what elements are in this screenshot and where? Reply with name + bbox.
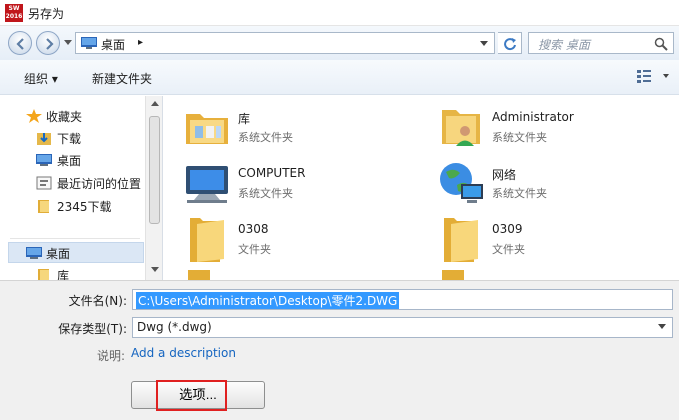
download-icon (37, 133, 51, 145)
back-arrow-icon (16, 38, 24, 50)
organize-button[interactable]: 组织 ▾ (24, 70, 58, 87)
sidebar-item-library[interactable]: 库 (0, 264, 145, 280)
view-options-icon[interactable] (637, 68, 671, 84)
refresh-icon (504, 38, 516, 51)
sidebar-favorites-label: 收藏夹 (46, 110, 83, 124)
file-name: Administrator (492, 110, 574, 124)
file-type: 系统文件夹 (492, 131, 547, 144)
partial-folder-icon (188, 270, 210, 280)
recent-places-icon (36, 176, 52, 190)
scroll-down-icon[interactable] (151, 267, 159, 272)
file-item-0309[interactable]: 0309 文件夹 (436, 214, 676, 264)
file-name-value[interactable]: C:\Users\Administrator\Desktop\零件2.DWG (136, 292, 400, 309)
navigation-scrollbar[interactable] (145, 96, 162, 280)
file-name: 库 (238, 112, 251, 126)
sidebar-divider (10, 238, 140, 239)
file-name: COMPUTER (238, 166, 306, 180)
folder-icon (444, 218, 478, 262)
file-name-input[interactable]: C:\Users\Administrator\Desktop\零件2.DWG (132, 289, 673, 310)
partial-folder-icon (442, 270, 464, 280)
refresh-button[interactable] (498, 32, 522, 54)
file-type-label: 保存类型(T): (58, 322, 127, 336)
desktop-icon (26, 247, 42, 259)
file-item-library[interactable]: 库 系统文件夹 (182, 102, 422, 152)
address-bar[interactable]: 桌面 ▸ (75, 32, 495, 54)
add-description-link[interactable]: Add a description (131, 346, 236, 360)
sidebar-library-label: 库 (57, 269, 70, 280)
sidebar-item-downloads[interactable]: 下载 (0, 127, 145, 149)
search-input[interactable]: 搜索 桌面 (538, 36, 590, 53)
forward-arrow-icon (46, 38, 54, 50)
sidebar-item-label: 下载 (57, 132, 82, 146)
file-list: 库 系统文件夹 Administrator 系统文件夹 COMPUTER 系统文… (164, 96, 679, 280)
scroll-up-icon[interactable] (151, 101, 159, 106)
file-name-label: 文件名(N): (68, 294, 127, 308)
recent-pages-dropdown-icon[interactable] (64, 40, 72, 46)
sidebar-item-desktop[interactable]: 桌面 (0, 149, 145, 171)
library-folder-icon (38, 269, 49, 280)
user-folder-icon (442, 110, 480, 146)
sidebar-desktop-label: 桌面 (46, 247, 71, 261)
network-icon (440, 163, 483, 203)
breadcrumb-chevron-icon[interactable]: ▸ (138, 37, 143, 48)
file-type: 文件夹 (492, 243, 525, 256)
file-type-dropdown-icon[interactable] (658, 324, 666, 330)
file-name: 网络 (492, 168, 517, 182)
desktop-location-icon (81, 37, 97, 49)
file-type: 系统文件夹 (238, 131, 293, 144)
forward-button[interactable] (36, 31, 60, 55)
description-label: 说明: (97, 349, 126, 363)
favorites-star-icon (26, 109, 42, 123)
sidebar-item-label: 桌面 (57, 154, 82, 168)
sidebar-item-label: 最近访问的位置 (57, 177, 142, 191)
computer-icon (186, 166, 228, 203)
solidworks-app-icon: SW 2016 (5, 4, 23, 22)
file-type: 文件夹 (238, 243, 271, 256)
file-name: 0308 (238, 222, 269, 236)
title-bar: SW 2016 另存为 (0, 0, 679, 26)
file-item-0308[interactable]: 0308 文件夹 (182, 214, 422, 264)
back-button[interactable] (8, 31, 32, 55)
file-type-value: Dwg (*.dwg) (137, 320, 212, 334)
file-item-administrator[interactable]: Administrator 系统文件夹 (436, 102, 676, 152)
folder-icon (38, 200, 49, 213)
new-folder-button[interactable]: 新建文件夹 (92, 70, 152, 87)
file-type-select[interactable]: Dwg (*.dwg) (132, 317, 673, 338)
sidebar-item-recent-places[interactable]: 最近访问的位置 (0, 172, 145, 194)
sidebar-item-label: 2345下载 (57, 200, 112, 214)
search-icon[interactable] (654, 37, 668, 51)
file-item-computer[interactable]: COMPUTER 系统文件夹 (182, 158, 422, 208)
folder-icon (190, 218, 224, 262)
sidebar-item-2345-downloads[interactable]: 2345下载 (0, 195, 145, 217)
file-item-network[interactable]: 网络 系统文件夹 (436, 158, 676, 208)
options-highlight (156, 380, 227, 411)
file-type: 系统文件夹 (492, 187, 547, 200)
library-folder-icon (186, 114, 228, 144)
address-dropdown-icon[interactable] (480, 41, 488, 47)
navigation-pane: 收藏夹 下载 桌面 最近访问的位置 2345下载 桌面 库 (0, 96, 163, 280)
sidebar-item-favorites[interactable]: 收藏夹 (0, 105, 145, 127)
search-box[interactable]: 搜索 桌面 (528, 32, 674, 54)
save-options-panel: 文件名(N): C:\Users\Administrator\Desktop\零… (0, 280, 679, 420)
desktop-icon (36, 154, 52, 166)
scrollbar-thumb[interactable] (149, 116, 160, 224)
file-name: 0309 (492, 222, 523, 236)
file-type: 系统文件夹 (238, 187, 293, 200)
window-title: 另存为 (28, 7, 65, 21)
sidebar-item-desktop-root-content[interactable]: 桌面 (0, 242, 145, 264)
address-location: 桌面 (101, 38, 126, 52)
toolbar: 组织 ▾ 新建文件夹 (0, 60, 679, 95)
